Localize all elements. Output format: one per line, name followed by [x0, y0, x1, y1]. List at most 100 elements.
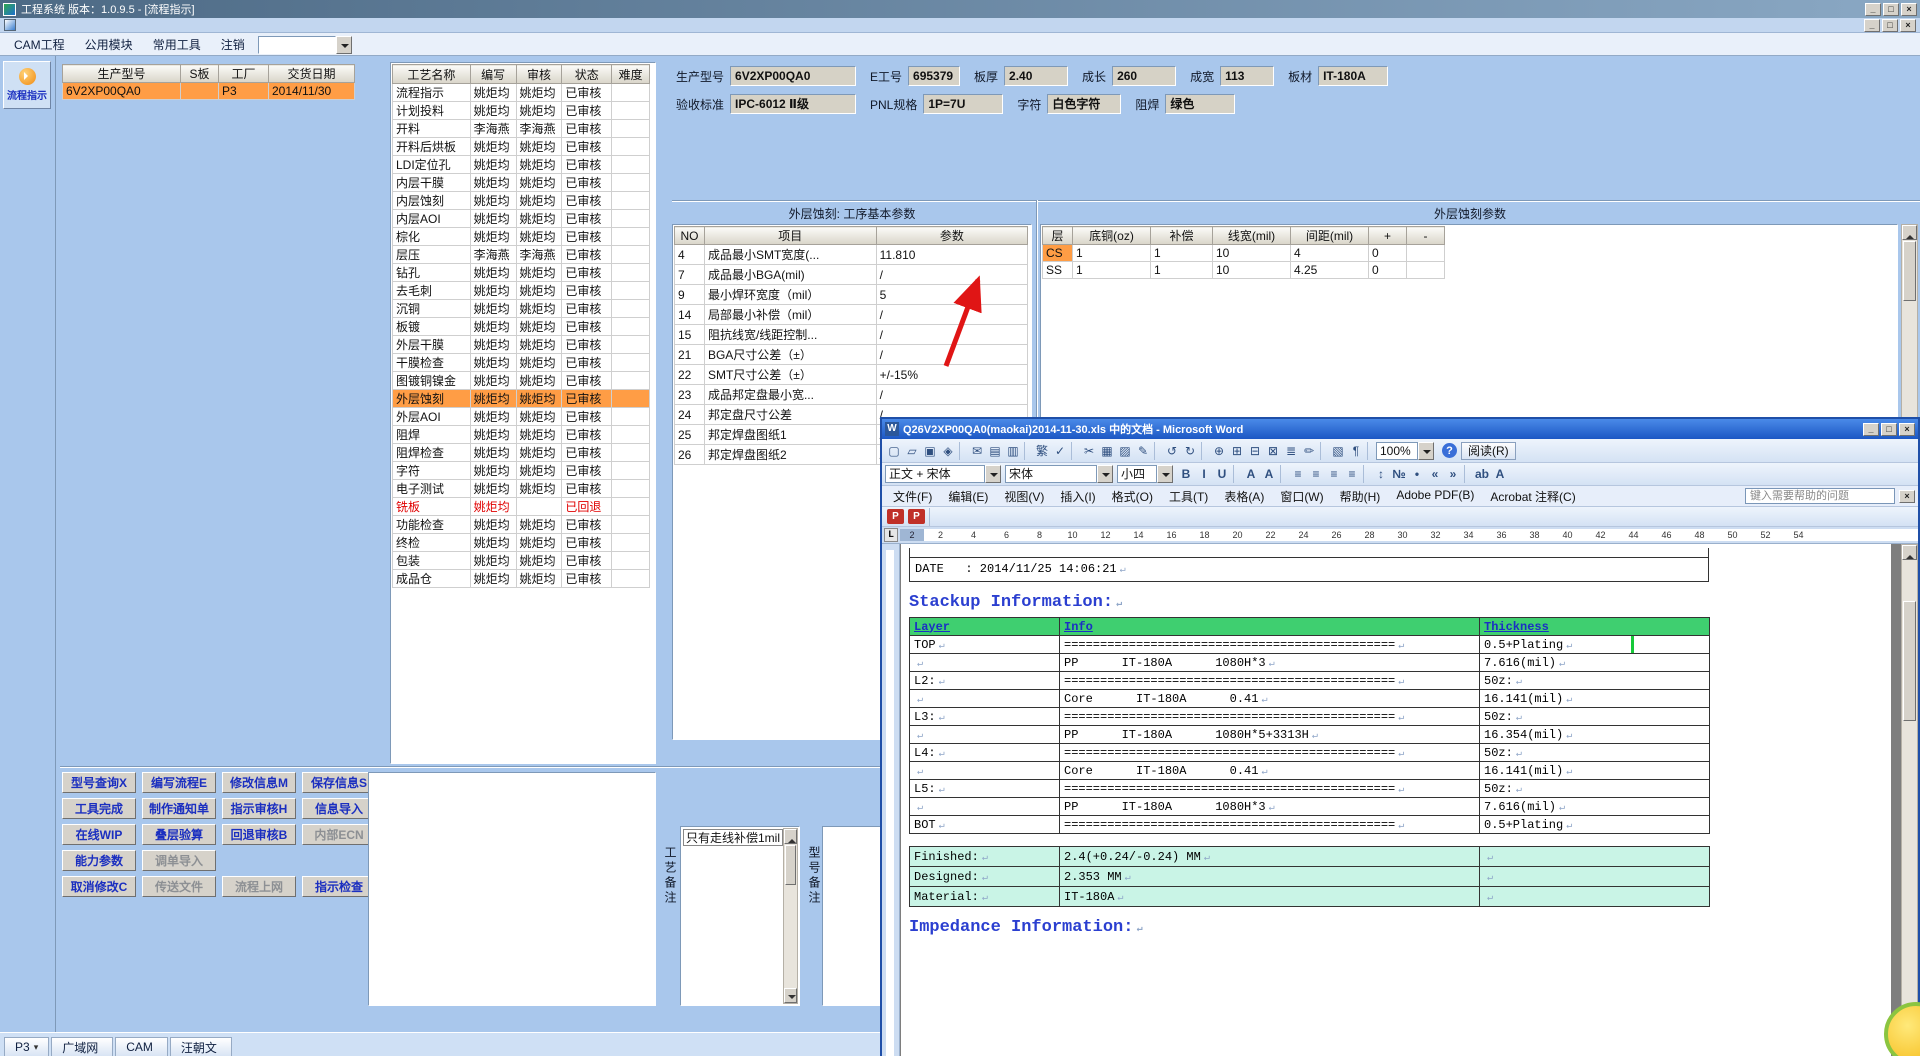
action-button[interactable]: 指示检查: [302, 876, 376, 897]
permission-icon[interactable]: ◈: [939, 442, 957, 460]
font-combo[interactable]: 宋体: [1005, 465, 1113, 483]
menu-item[interactable]: CAM工程: [4, 34, 75, 55]
scrollbar-thumb[interactable]: [1903, 241, 1916, 301]
read-mode-button[interactable]: 阅读(R): [1461, 441, 1516, 460]
process-row[interactable]: 层压 李海燕 李海燕 已审核: [392, 245, 650, 264]
redo-icon[interactable]: ↻: [1181, 442, 1199, 460]
bullets-icon[interactable]: •: [1408, 465, 1426, 483]
convert-to-pdf-icon[interactable]: P: [887, 509, 904, 524]
process-note-box[interactable]: 只有走线补偿1mil: [680, 826, 800, 1006]
process-row[interactable]: 板镀 姚炬均 姚炬均 已审核: [392, 317, 650, 336]
process-row[interactable]: 阻焊 姚炬均 姚炬均 已审核: [392, 425, 650, 444]
process-row[interactable]: 钻孔 姚炬均 姚炬均 已审核: [392, 263, 650, 282]
style-value[interactable]: 正文 + 宋体: [885, 465, 985, 483]
process-table-header[interactable]: 编写: [469, 64, 517, 84]
action-button[interactable]: 回退审核B: [222, 824, 296, 845]
params-table-header[interactable]: NO: [674, 226, 705, 245]
scroll-down-icon[interactable]: [784, 988, 797, 1003]
note-scrollbar[interactable]: [783, 828, 798, 1004]
separator[interactable]: [1154, 441, 1161, 460]
params-row[interactable]: 23 成品邦定盘最小宽... /: [674, 384, 1029, 405]
model-table-header[interactable]: 工厂: [218, 64, 269, 83]
align-right-icon[interactable]: ≡: [1325, 465, 1343, 483]
action-button[interactable]: 编写流程E: [142, 772, 216, 793]
help-icon[interactable]: ?: [1442, 443, 1457, 458]
font-value[interactable]: 宋体: [1005, 465, 1097, 483]
params-table-header[interactable]: 参数: [875, 226, 1029, 245]
process-row[interactable]: 图镀铜镍金 姚炬均 姚炬均 已审核: [392, 371, 650, 390]
scroll-up-icon[interactable]: [784, 829, 797, 844]
etch-table-header[interactable]: 线宽(mil): [1212, 226, 1291, 245]
etch-table-header[interactable]: 层: [1042, 226, 1073, 245]
word-menu-item[interactable]: Adobe PDF(B): [1388, 486, 1482, 507]
process-row[interactable]: LDI定位孔 姚炬均 姚炬均 已审核: [392, 155, 650, 174]
action-button[interactable]: 保存信息S: [302, 772, 376, 793]
separator[interactable]: [1320, 441, 1327, 460]
message-box[interactable]: [368, 772, 656, 1006]
process-row[interactable]: 开料 李海燕 李海燕 已审核: [392, 119, 650, 138]
menu-item[interactable]: 注销: [211, 34, 255, 55]
action-button[interactable]: 流程上网: [222, 876, 296, 897]
process-row[interactable]: 外层AOI 姚炬均 姚炬均 已审核: [392, 407, 650, 426]
etch-table-header[interactable]: 补偿: [1150, 226, 1213, 245]
etch-table-header[interactable]: 底铜(oz): [1072, 226, 1151, 245]
word-menu-item[interactable]: 插入(I): [1052, 486, 1103, 507]
format-painter-icon[interactable]: ✎: [1134, 442, 1152, 460]
align-center-icon[interactable]: ≡: [1307, 465, 1325, 483]
char-border-icon[interactable]: A: [1242, 465, 1260, 483]
separator[interactable]: [1233, 465, 1240, 483]
combo-arrow-icon[interactable]: [1157, 465, 1173, 483]
email-icon[interactable]: ✉: [968, 442, 986, 460]
scroll-up-icon[interactable]: [1902, 225, 1917, 240]
separator[interactable]: [1201, 441, 1208, 460]
align-left-icon[interactable]: ≡: [1289, 465, 1307, 483]
show-hide-marks-icon[interactable]: ¶: [1347, 442, 1365, 460]
char-shading-icon[interactable]: A: [1260, 465, 1278, 483]
separator[interactable]: [1024, 441, 1031, 460]
word-menu-item[interactable]: 工具(T): [1161, 486, 1216, 507]
separator[interactable]: [959, 441, 966, 460]
menu-item[interactable]: 公用模块: [75, 34, 143, 55]
process-row[interactable]: 计划投料 姚炬均 姚炬均 已审核: [392, 101, 650, 120]
statusbar-tab[interactable]: P3 ▾: [4, 1037, 50, 1056]
quick-search-value[interactable]: [258, 36, 336, 54]
word-menu-item[interactable]: 帮助(H): [1332, 486, 1389, 507]
highlight-icon[interactable]: ab: [1473, 465, 1491, 483]
action-button[interactable]: 制作通知单: [142, 798, 216, 819]
app-close-button[interactable]: ×: [1901, 2, 1917, 16]
process-table-header[interactable]: 状态: [561, 64, 613, 84]
process-row[interactable]: 外层蚀刻 姚炬均 姚炬均 已审核: [392, 389, 650, 408]
model-row[interactable]: 6V2XP00QA0 P3 2014/11/30: [62, 82, 355, 100]
scrollbar-thumb[interactable]: [1903, 601, 1916, 721]
process-row[interactable]: 铣板 姚炬均 已回退: [392, 497, 650, 516]
statusbar-tab[interactable]: CAM: [115, 1037, 168, 1056]
model-table-header[interactable]: S板: [180, 64, 219, 83]
toolbar-close-icon[interactable]: ×: [1899, 489, 1915, 503]
open-folder-icon[interactable]: ▱: [903, 442, 921, 460]
separator[interactable]: [1367, 441, 1374, 460]
process-row[interactable]: 干膜检查 姚炬均 姚炬均 已审核: [392, 353, 650, 372]
word-menu-item[interactable]: 窗口(W): [1272, 486, 1331, 507]
justify-icon[interactable]: ≡: [1343, 465, 1361, 483]
quick-search-combo[interactable]: [258, 36, 352, 54]
menu-item[interactable]: 常用工具: [143, 34, 211, 55]
action-button[interactable]: 型号查询X: [62, 772, 136, 793]
convert-email-pdf-icon[interactable]: P: [908, 509, 925, 524]
params-table-header[interactable]: 项目: [703, 226, 877, 245]
columns-icon[interactable]: ≣: [1282, 442, 1300, 460]
child-restore-button[interactable]: □: [1882, 18, 1898, 32]
new-document-icon[interactable]: ▢: [885, 442, 903, 460]
process-table-header[interactable]: 工艺名称: [392, 64, 471, 84]
outdent-icon[interactable]: «: [1426, 465, 1444, 483]
numbering-icon[interactable]: №: [1390, 465, 1408, 483]
process-row[interactable]: 外层干膜 姚炬均 姚炬均 已审核: [392, 335, 650, 354]
etch-table-header[interactable]: -: [1406, 226, 1445, 245]
word-menu-item[interactable]: 编辑(E): [940, 486, 996, 507]
separator[interactable]: [1071, 441, 1078, 460]
process-row[interactable]: 棕化 姚炬均 姚炬均 已审核: [392, 227, 650, 246]
process-row[interactable]: 开料后烘板 姚炬均 姚炬均 已审核: [392, 137, 650, 156]
document-map-icon[interactable]: ▧: [1329, 442, 1347, 460]
child-minimize-button[interactable]: _: [1864, 18, 1880, 32]
word-restore-button[interactable]: □: [1881, 422, 1897, 436]
action-button[interactable]: 信息导入: [302, 798, 376, 819]
